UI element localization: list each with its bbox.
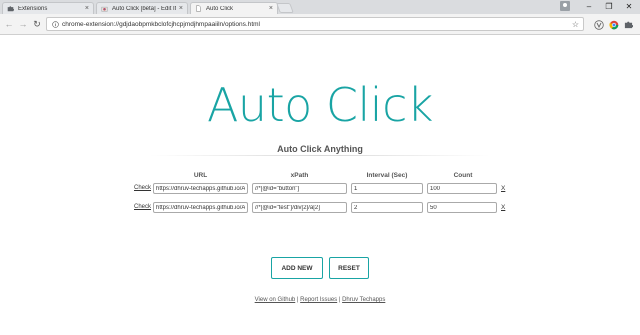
github-link[interactable]: View on Github [255,297,296,303]
close-tab-icon[interactable]: × [179,5,183,12]
bookmark-star-icon[interactable]: ☆ [572,20,579,29]
app-logo: Auto Click [206,78,434,132]
footer-links: View on Github | Report Issues | Dhruv T… [0,297,640,303]
close-window-button[interactable]: ✕ [616,0,640,12]
close-tab-icon[interactable]: × [85,5,89,12]
count-input[interactable] [427,202,497,213]
new-tab-button[interactable] [276,3,294,13]
xpath-input[interactable] [252,183,347,194]
count-input[interactable] [427,183,497,194]
column-header-count: Count [453,172,473,179]
address-bar[interactable]: chrome-extension://gdjdaobpmkbclofcjhcpj… [46,17,584,31]
tab-webstore-edit[interactable]: Auto Click [beta] - Edit It × [96,2,188,14]
add-new-button[interactable]: ADD NEW [271,257,323,279]
page-icon [195,5,202,12]
check-link[interactable]: Check [134,204,151,210]
remove-row-link[interactable]: X [501,204,505,211]
report-issues-link[interactable]: Report Issues [300,297,337,303]
back-button[interactable]: ← [3,18,15,30]
divider [150,155,490,156]
url-input[interactable] [153,202,248,213]
interval-input[interactable] [351,183,423,194]
remove-row-link[interactable]: X [501,185,505,192]
puzzle-icon [7,5,14,12]
forward-button[interactable]: → [17,18,29,30]
url-input[interactable] [153,183,248,194]
check-link[interactable]: Check [134,185,151,191]
reset-button[interactable]: RESET [329,257,369,279]
tab-title: Auto Click [beta] - Edit It [112,5,176,12]
tab-auto-click[interactable]: Auto Click × [190,2,278,14]
tab-title: Auto Click [206,5,234,12]
column-header-interval: Interval (Sec) [366,172,408,179]
column-header-xpath: xPath [290,172,309,179]
profile-icon[interactable] [560,1,570,11]
tab-extensions[interactable]: Extensions × [2,2,94,14]
extension-chrome-icon[interactable] [608,19,619,30]
tab-title: Extensions [18,5,48,12]
extension-v-icon[interactable] [593,19,604,30]
browser-toolbar: ← → ↻ chrome-extension://gdjdaobpmkbclof… [0,14,640,35]
tab-strip: Extensions × Auto Click [beta] - Edit It… [0,0,640,14]
xpath-input[interactable] [252,202,347,213]
page-subtitle: Auto Click Anything [277,144,363,154]
webstore-icon [101,5,108,12]
address-url: chrome-extension://gdjdaobpmkbclofcjhcpj… [62,20,260,28]
close-tab-icon[interactable]: × [269,5,273,12]
extensions-puzzle-icon[interactable] [623,19,634,30]
column-header-url: URL [193,172,208,179]
info-icon[interactable] [51,20,59,28]
reload-button[interactable]: ↻ [31,18,43,30]
author-link[interactable]: Dhruv Techapps [342,297,385,303]
interval-input[interactable] [351,202,423,213]
